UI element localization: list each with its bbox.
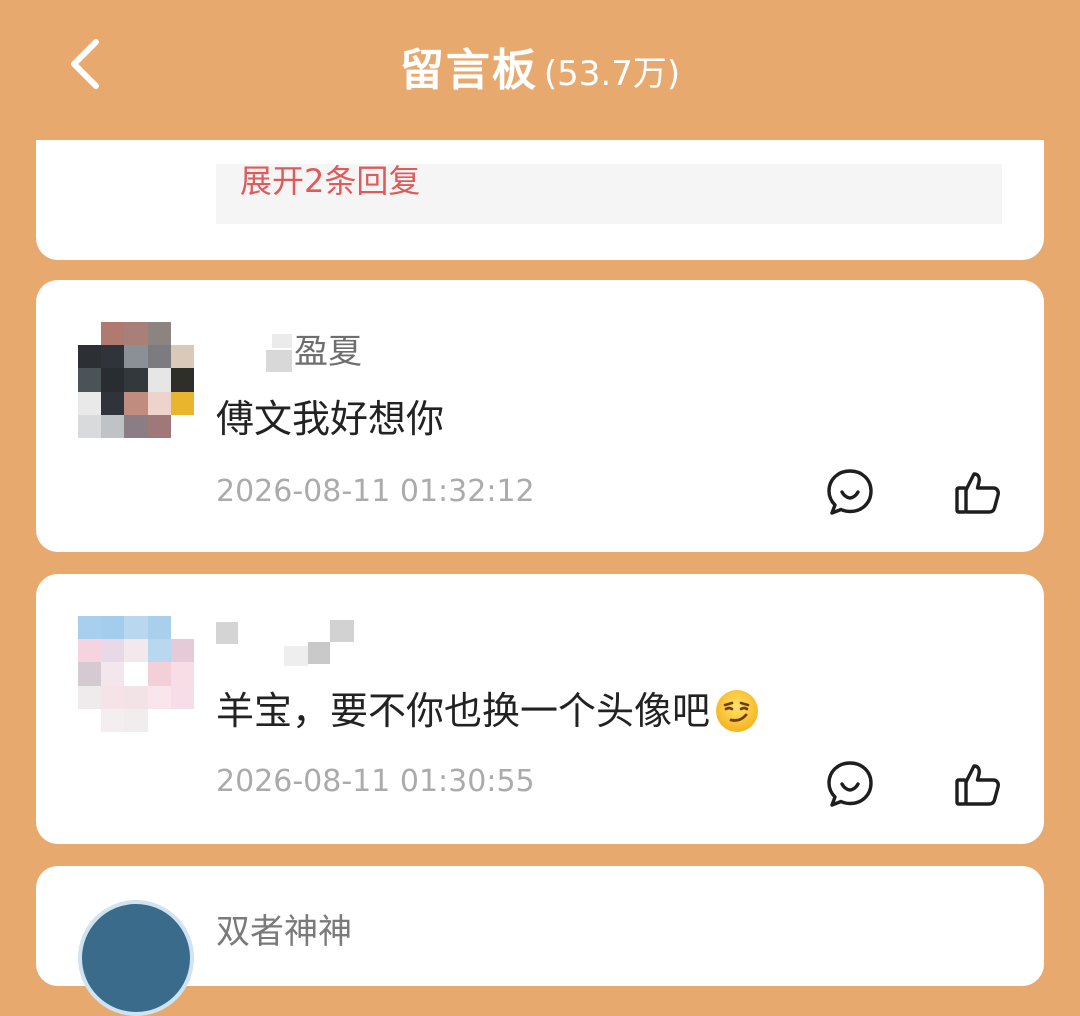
avatar[interactable]	[78, 322, 194, 438]
comment-card-partial: 展开2条回复	[36, 140, 1044, 260]
page-title: 留言板 (53.7万)	[0, 34, 1080, 98]
comment-bubble-icon	[827, 469, 873, 515]
comment-username[interactable]: 双者神神	[216, 904, 352, 953]
thumbs-up-icon	[955, 764, 1000, 806]
username-text: 盈夏	[294, 332, 362, 372]
smirking-face-emoji-icon	[714, 688, 760, 734]
thumbs-up-icon	[955, 472, 1000, 514]
comment-bubble-icon	[827, 761, 873, 807]
comment-username[interactable]	[216, 618, 376, 666]
comment-username[interactable]: 盈夏	[216, 324, 362, 374]
reply-button[interactable]	[824, 758, 876, 810]
header-bar: 留言板 (53.7万)	[0, 0, 1080, 140]
comment-card: 羊宝，要不你也换一个头像吧 2026-08-11 01:30:55	[36, 574, 1044, 844]
like-button[interactable]	[952, 466, 1004, 518]
username-mosaic	[216, 333, 294, 374]
message-count: (53.7万)	[543, 54, 681, 94]
comment-content: 羊宝，要不你也换一个头像吧	[216, 680, 760, 735]
username-mosaic	[216, 619, 376, 666]
avatar[interactable]	[78, 900, 194, 1016]
avatar[interactable]	[78, 616, 194, 732]
comment-text: 羊宝，要不你也换一个头像吧	[216, 689, 711, 733]
expand-replies-link[interactable]: 展开2条回复	[240, 164, 420, 202]
reply-box: 展开2条回复	[216, 164, 1002, 224]
comment-card-partial: 双者神神	[36, 866, 1044, 1016]
reply-button[interactable]	[824, 466, 876, 518]
comment-timestamp: 2026-08-11 01:30:55	[216, 764, 535, 799]
comment-timestamp: 2026-08-11 01:32:12	[216, 474, 535, 509]
comment-content: 傅文我好想你	[216, 397, 445, 441]
comment-card: 盈夏 傅文我好想你 2026-08-11 01:32:12	[36, 280, 1044, 552]
like-button[interactable]	[952, 758, 1004, 810]
page-title-text: 留言板	[399, 45, 538, 96]
